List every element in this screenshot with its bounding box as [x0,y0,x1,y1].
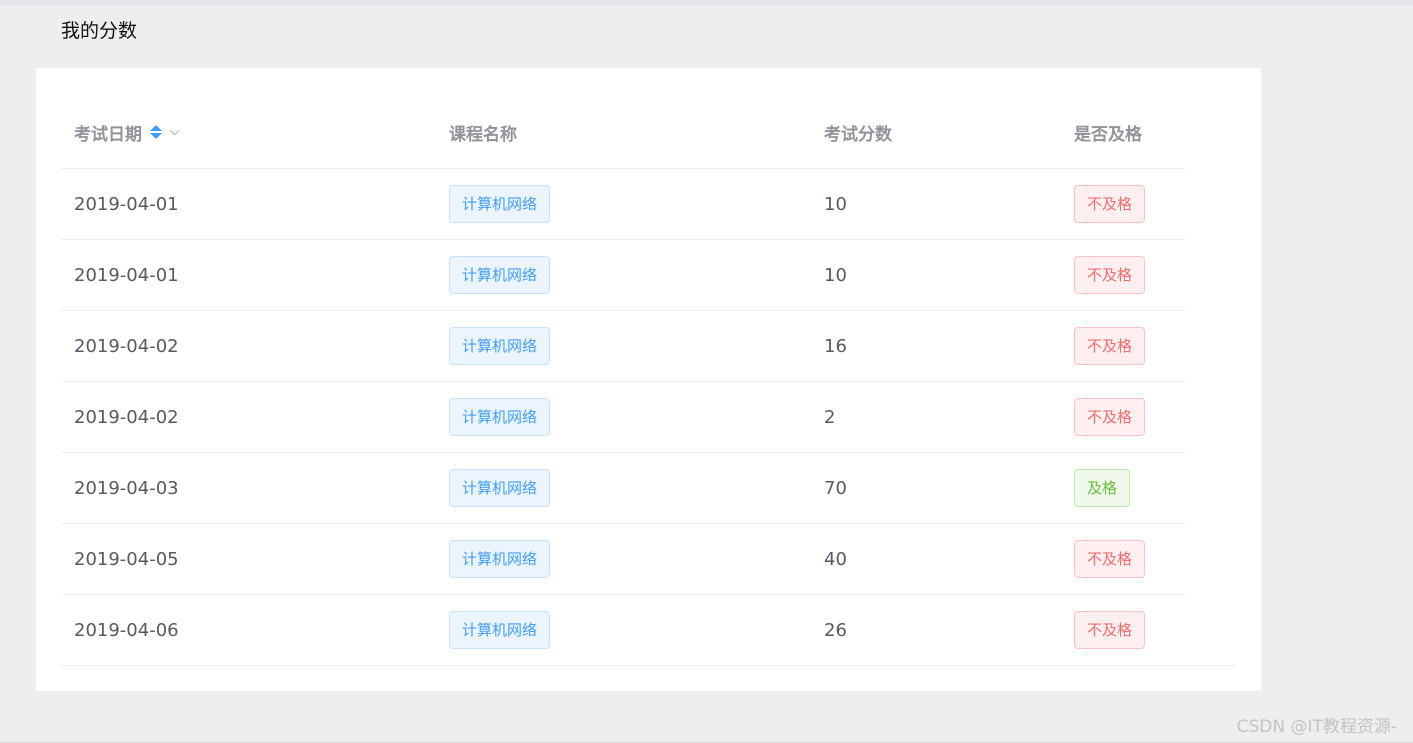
table-row: 2019-04-03 计算机网络 70 及格 [61,453,1186,524]
table-row: 2019-04-02 计算机网络 2 不及格 [61,382,1186,453]
exam-date-cell: 2019-04-01 [74,264,179,286]
exam-score-cell: 2 [824,406,836,428]
course-name-cell: 计算机网络 [449,240,551,310]
fail-tag: 不及格 [1074,398,1146,436]
fail-tag: 不及格 [1074,185,1146,223]
table-header-row: 考试日期 课程名称 考试分数 是否及格 [61,96,1186,169]
pass-status-cell: 不及格 [1074,524,1146,594]
course-name-cell: 计算机网络 [449,311,551,381]
pass-status-cell: 不及格 [1074,169,1146,239]
chevron-down-icon[interactable] [169,125,180,135]
sort-caret-icon[interactable] [150,125,162,139]
exam-date-cell: 2019-04-02 [74,335,179,357]
course-tag: 计算机网络 [449,185,551,223]
sort-ascending-icon[interactable] [150,125,162,131]
exam-score-cell: 16 [824,335,847,357]
course-tag: 计算机网络 [449,256,551,294]
exam-date-cell: 2019-04-05 [74,548,179,570]
pass-status-cell: 不及格 [1074,382,1146,452]
pass-status-cell: 不及格 [1074,595,1146,665]
course-name-cell: 计算机网络 [449,524,551,594]
table-row: 2019-04-02 计算机网络 16 不及格 [61,311,1186,382]
course-tag: 计算机网络 [449,611,551,649]
fail-tag: 不及格 [1074,327,1146,365]
header-exam-score: 考试分数 [824,124,892,145]
exam-date-cell: 2019-04-03 [74,477,179,499]
pass-status-cell: 不及格 [1074,311,1146,381]
course-tag: 计算机网络 [449,327,551,365]
exam-score-cell: 26 [824,619,847,641]
header-exam-date[interactable]: 考试日期 [74,96,180,168]
table-row: 2019-04-01 计算机网络 10 不及格 [61,169,1186,240]
course-tag: 计算机网络 [449,469,551,507]
table-row: 2019-04-06 计算机网络 26 不及格 [61,595,1236,666]
top-strip [0,0,1413,5]
course-tag: 计算机网络 [449,398,551,436]
pass-tag: 及格 [1074,469,1131,507]
pass-status-cell: 不及格 [1074,240,1146,310]
course-name-cell: 计算机网络 [449,453,551,523]
fail-tag: 不及格 [1074,540,1146,578]
sort-descending-icon[interactable] [150,133,162,139]
scores-table: 考试日期 课程名称 考试分数 是否及格 2019-04-01 计算机网络 10 不及格… [61,96,1236,666]
exam-score-cell: 70 [824,477,847,499]
table-row: 2019-04-05 计算机网络 40 不及格 [61,524,1186,595]
exam-date-cell: 2019-04-06 [74,619,179,641]
pass-status-cell: 及格 [1074,453,1131,523]
sort-control[interactable] [150,125,180,139]
exam-score-cell: 10 [824,264,847,286]
exam-score-cell: 40 [824,548,847,570]
scores-card: 考试日期 课程名称 考试分数 是否及格 2019-04-01 计算机网络 10 不及格… [36,68,1261,691]
header-pass-status: 是否及格 [1074,124,1142,145]
header-course-name: 课程名称 [449,124,517,145]
course-name-cell: 计算机网络 [449,382,551,452]
course-name-cell: 计算机网络 [449,169,551,239]
fail-tag: 不及格 [1074,611,1146,649]
fail-tag: 不及格 [1074,256,1146,294]
watermark: CSDN @IT教程资源- [1236,717,1397,737]
exam-date-cell: 2019-04-01 [74,193,179,215]
table-row: 2019-04-01 计算机网络 10 不及格 [61,240,1186,311]
exam-score-cell: 10 [824,193,847,215]
course-tag: 计算机网络 [449,540,551,578]
header-exam-date-label: 考试日期 [74,124,142,145]
exam-date-cell: 2019-04-02 [74,406,179,428]
course-name-cell: 计算机网络 [449,595,551,665]
page-title: 我的分数 [61,20,138,42]
